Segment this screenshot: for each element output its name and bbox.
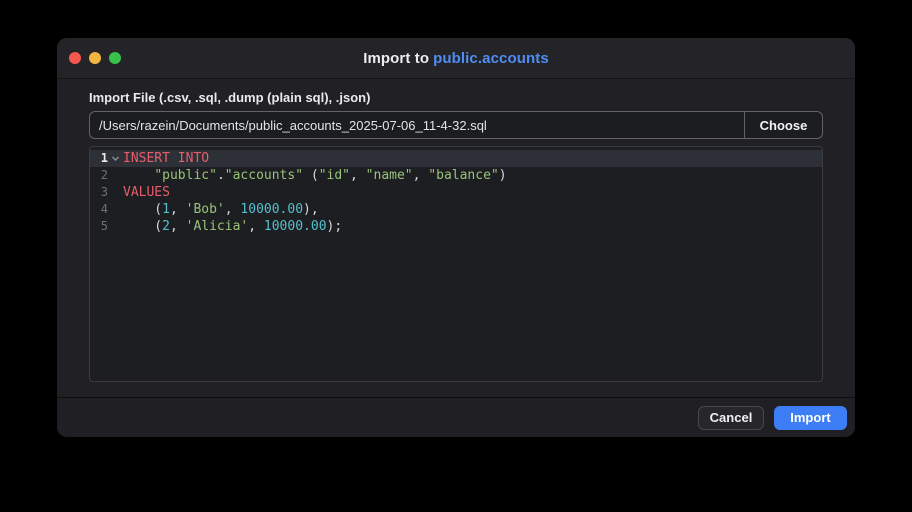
editor-line[interactable]: 2 "public"."accounts" ("id", "name", "ba…	[90, 167, 822, 184]
code-text: INSERT INTO	[123, 151, 210, 166]
code-text: (2, 'Alicia', 10000.00);	[123, 219, 343, 234]
window-title-table-name: public.accounts	[433, 49, 549, 67]
traffic-lights	[69, 38, 121, 78]
code-text: (1, 'Bob', 10000.00),	[123, 202, 319, 217]
code-text: "public"."accounts" ("id", "name", "bala…	[154, 168, 507, 183]
line-number: 5	[100, 219, 108, 233]
editor-line[interactable]: 5 (2, 'Alicia', 10000.00);	[90, 218, 822, 235]
editor-line[interactable]: 3 VALUES	[90, 184, 822, 201]
window-title: Import to public.accounts	[363, 50, 549, 67]
choose-button[interactable]: Choose	[745, 112, 822, 138]
editor-line[interactable]: 4 (1, 'Bob', 10000.00),	[90, 201, 822, 218]
cancel-button[interactable]: Cancel	[698, 405, 764, 430]
line-number: 2	[100, 168, 108, 182]
code-text: VALUES	[123, 185, 170, 200]
window-title-prefix: Import to	[363, 49, 430, 67]
import-file-label: Import File (.csv, .sql, .dump (plain sq…	[89, 90, 371, 105]
zoom-button[interactable]	[109, 52, 121, 64]
line-number: 3	[100, 185, 108, 199]
file-path-control: Choose	[89, 111, 823, 139]
dialog-footer: Cancel Import	[57, 397, 855, 437]
line-number: 4	[100, 202, 108, 216]
fold-chevron-icon[interactable]	[108, 154, 123, 163]
sql-preview-editor[interactable]: 1 INSERT INTO 2 "public"."accounts" ("id",…	[89, 146, 823, 382]
line-number: 1	[100, 151, 108, 165]
file-path-input[interactable]	[90, 112, 744, 138]
minimize-button[interactable]	[89, 52, 101, 64]
titlebar[interactable]: Import to public.accounts	[57, 38, 855, 79]
dialog-body: Import File (.csv, .sql, .dump (plain sq…	[57, 79, 855, 397]
import-button[interactable]: Import	[774, 405, 847, 430]
import-dialog-window: Import to public.accounts Import File (.c…	[57, 38, 855, 437]
editor-line[interactable]: 1 INSERT INTO	[90, 150, 822, 167]
close-button[interactable]	[69, 52, 81, 64]
desktop-background: Import to public.accounts Import File (.c…	[0, 0, 912, 512]
